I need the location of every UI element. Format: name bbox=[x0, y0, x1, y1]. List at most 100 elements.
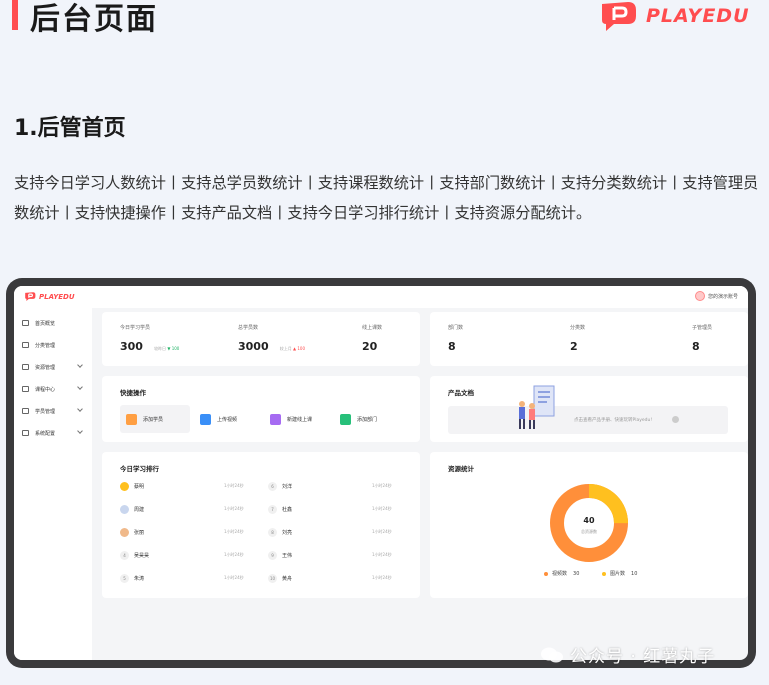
chevron-down-icon bbox=[77, 362, 83, 368]
ranking-row: 9 王伟 1小时24秒 bbox=[268, 550, 418, 562]
donut-total-label: 总资源数 bbox=[581, 528, 597, 534]
brand: PLAYEDU bbox=[598, 0, 750, 32]
device-frame: PLAYEDU 您的演示账号 首页概览 分类管理 资源管理 课程中心 学员管理 … bbox=[6, 278, 756, 668]
sidebar-item-category[interactable]: 分类管理 bbox=[14, 334, 92, 356]
ranking-name: 周建 bbox=[134, 507, 145, 513]
silver-medal-icon bbox=[120, 505, 129, 514]
add-student-button[interactable]: 添加学员 bbox=[120, 405, 190, 433]
legend-dot bbox=[544, 571, 548, 576]
category-icon bbox=[22, 342, 29, 348]
sidebar-item-label: 首页概览 bbox=[35, 320, 56, 327]
stat-sub-admins: 子管理员 8 bbox=[692, 324, 712, 354]
ranking-row: 4 吴昊昊 1小时24秒 bbox=[120, 550, 270, 562]
settings-icon bbox=[22, 430, 29, 436]
watermark-text: 公众号 · 红薯丸子 bbox=[570, 647, 716, 667]
docs-illustration-icon bbox=[519, 385, 555, 429]
avatar bbox=[694, 291, 705, 301]
docs-link[interactable]: 点击查看产品手册、快速玩转Playedu! bbox=[448, 385, 728, 434]
stat-categories: 分类数 2 bbox=[570, 324, 585, 354]
bronze-medal-icon bbox=[120, 528, 129, 537]
legend-item-image: 图片数 10 bbox=[602, 570, 637, 577]
card-title: 产品文档 bbox=[448, 389, 474, 397]
ranking-row: 8 刘亮 1小时24秒 bbox=[268, 527, 418, 539]
ranking-time: 1小时24秒 bbox=[224, 575, 244, 580]
stat-change: ▼ 100 bbox=[167, 346, 180, 351]
ranking-time: 1小时24秒 bbox=[224, 483, 244, 488]
ranking-row: 周建 1小时24秒 bbox=[120, 504, 270, 516]
docs-link-text: 点击查看产品手册、快速玩转Playedu! bbox=[574, 418, 653, 423]
arrow-right-icon bbox=[672, 416, 679, 423]
product-docs-card: 产品文档 点击查看产品手册、快速玩转Playedu! bbox=[430, 376, 748, 442]
stat-online-courses: 线上课数 20 bbox=[362, 324, 382, 354]
quick-action-label: 添加学员 bbox=[143, 416, 164, 423]
stat-label: 今日学习学员 bbox=[120, 325, 151, 331]
sidebar-item-students[interactable]: 学员管理 bbox=[14, 400, 92, 422]
app-brand[interactable]: PLAYEDU bbox=[24, 291, 75, 302]
stat-compare-label: 较上月 bbox=[279, 346, 292, 351]
sidebar-item-settings[interactable]: 系统配置 bbox=[14, 422, 92, 444]
app-brand-name: PLAYEDU bbox=[39, 292, 75, 301]
stat-departments: 部门数 8 bbox=[448, 324, 463, 354]
ranking-name: 朱涛 bbox=[134, 576, 145, 582]
ranking-row: 5 朱涛 1小时24秒 bbox=[120, 573, 270, 585]
resource-stats-card: 资源统计 40 总资源数 视频数 30 图片数 10 bbox=[430, 452, 748, 598]
quick-actions-card: 快捷操作 添加学员 上传视频 新建线上课 添加部门 bbox=[102, 376, 420, 442]
user-icon bbox=[22, 408, 29, 414]
quick-action-label: 添加部门 bbox=[357, 416, 378, 423]
stat-compare-label: 较昨日 bbox=[154, 346, 167, 351]
stat-value: 300 bbox=[120, 340, 143, 353]
sidebar: 首页概览 分类管理 资源管理 课程中心 学员管理 系统配置 bbox=[14, 308, 92, 660]
rank-number: 5 bbox=[120, 574, 129, 583]
sidebar-item-label: 资源管理 bbox=[35, 364, 56, 371]
chevron-down-icon bbox=[77, 428, 83, 434]
stat-label: 分类数 bbox=[570, 325, 586, 331]
user-menu[interactable]: 您的演示账号 bbox=[694, 291, 738, 301]
card-title: 资源统计 bbox=[448, 465, 474, 473]
rank-number: 6 bbox=[268, 482, 277, 491]
ranking-row: 10 黄舟 1小时24秒 bbox=[268, 573, 418, 585]
ranking-row: 6 刘洋 1小时24秒 bbox=[268, 481, 418, 493]
video-icon bbox=[200, 413, 211, 425]
ranking-time: 1小时24秒 bbox=[372, 552, 392, 557]
folder-icon bbox=[22, 364, 29, 370]
rank-number: 7 bbox=[268, 505, 277, 514]
home-icon bbox=[22, 320, 29, 326]
ranking-row: 蔡明 1小时24秒 bbox=[120, 481, 270, 493]
ranking-row: 张丽 1小时24秒 bbox=[120, 527, 270, 539]
legend-label: 视频数 bbox=[552, 571, 568, 577]
ranking-time: 1小时24秒 bbox=[372, 529, 392, 534]
user-name: 您的演示账号 bbox=[707, 293, 738, 300]
section-description: 支持今日学习人数统计丨支持总学员数统计丨支持课程数统计丨支持部门数统计丨支持分类… bbox=[14, 174, 759, 222]
card-title: 今日学习排行 bbox=[120, 465, 159, 473]
stat-label: 总学员数 bbox=[238, 325, 259, 331]
sidebar-item-home[interactable]: 首页概览 bbox=[14, 312, 92, 334]
new-course-button[interactable]: 新建线上课 bbox=[264, 405, 334, 433]
rank-number: 8 bbox=[268, 528, 277, 537]
sidebar-item-courses[interactable]: 课程中心 bbox=[14, 378, 92, 400]
sidebar-item-resources[interactable]: 资源管理 bbox=[14, 356, 92, 378]
quick-action-label: 新建线上课 bbox=[287, 416, 313, 423]
ranking-time: 1小时24秒 bbox=[224, 506, 244, 511]
department-add-icon bbox=[340, 413, 351, 425]
quick-action-label: 上传视频 bbox=[217, 416, 238, 423]
stat-change: ▲ 100 bbox=[293, 346, 305, 351]
chevron-down-icon bbox=[77, 406, 83, 412]
ranking-name: 吴昊昊 bbox=[134, 553, 150, 559]
ranking-name: 黄舟 bbox=[282, 576, 293, 582]
stat-value: 8 bbox=[448, 340, 456, 353]
add-department-button[interactable]: 添加部门 bbox=[334, 405, 404, 433]
watermark: 公众号 · 红薯丸子 bbox=[540, 642, 715, 667]
stat-label: 线上课数 bbox=[362, 325, 383, 331]
rank-number: 9 bbox=[268, 551, 277, 560]
ranking-time: 1小时24秒 bbox=[372, 483, 392, 488]
title-accent-bar bbox=[12, 0, 18, 30]
admin-screen: PLAYEDU 您的演示账号 首页概览 分类管理 资源管理 课程中心 学员管理 … bbox=[14, 286, 748, 660]
playedu-logo-icon bbox=[25, 292, 36, 301]
sidebar-item-label: 分类管理 bbox=[35, 342, 56, 349]
ranking-name: 杜鑫 bbox=[282, 507, 293, 513]
upload-video-button[interactable]: 上传视频 bbox=[194, 405, 264, 433]
rank-number: 4 bbox=[120, 551, 129, 560]
stats-card-org: 部门数 8 分类数 2 子管理员 8 bbox=[430, 312, 748, 366]
course-add-icon bbox=[270, 413, 281, 425]
legend-label: 图片数 bbox=[610, 571, 626, 577]
